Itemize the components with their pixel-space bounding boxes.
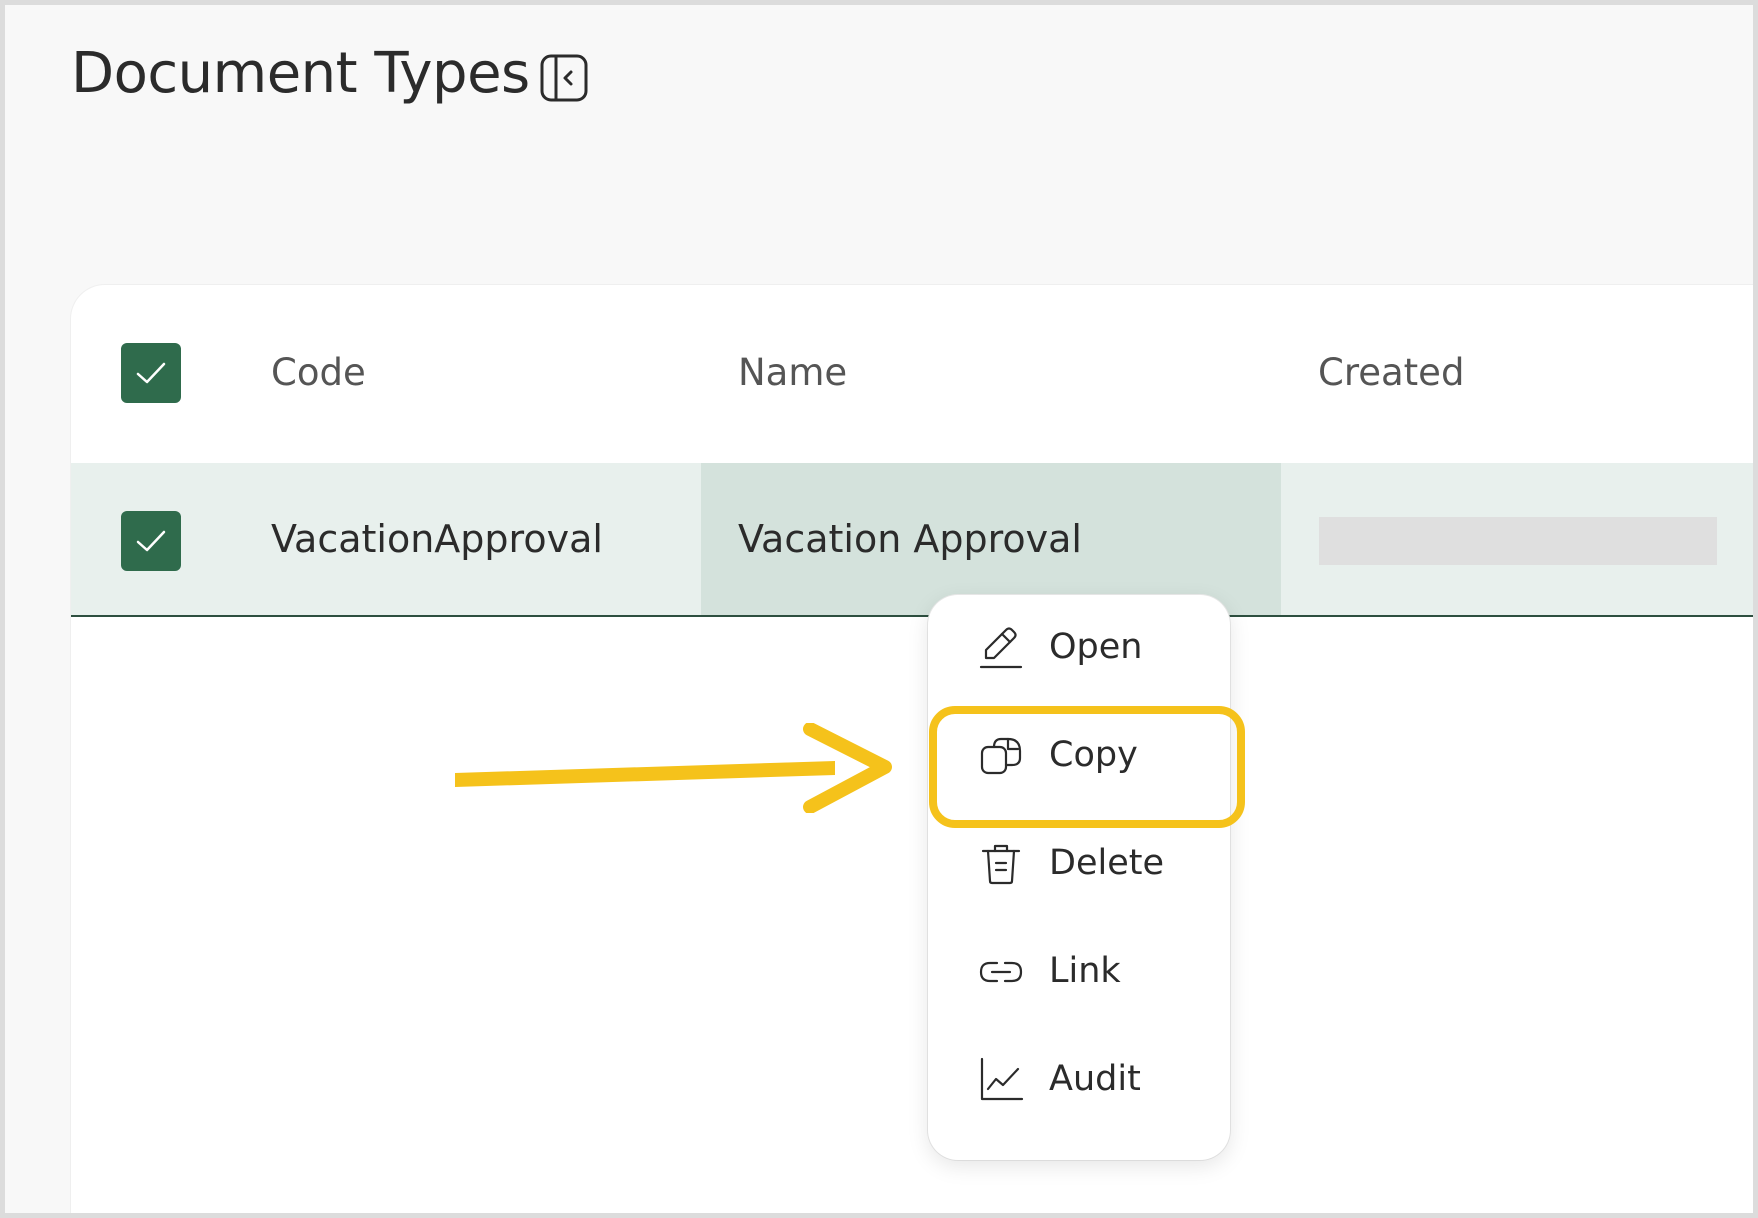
chart-line-icon bbox=[978, 1057, 1024, 1103]
row-checkbox[interactable] bbox=[121, 511, 181, 571]
menu-item-audit[interactable]: Audit bbox=[928, 1029, 1230, 1129]
column-header-created[interactable]: Created bbox=[1318, 351, 1464, 394]
column-header-code[interactable]: Code bbox=[271, 351, 366, 394]
checkmark-icon bbox=[136, 362, 166, 384]
created-cell-placeholder bbox=[1319, 517, 1717, 565]
copy-icon bbox=[978, 733, 1024, 779]
menu-item-open[interactable]: Open bbox=[928, 597, 1230, 697]
context-menu: Open Copy Delete Link Audit bbox=[928, 595, 1230, 1160]
edit-pencil-icon bbox=[978, 625, 1024, 671]
menu-item-label: Link bbox=[1049, 951, 1121, 991]
table-header-row: Code Name Created bbox=[71, 285, 1753, 463]
menu-item-copy[interactable]: Copy bbox=[928, 705, 1230, 805]
menu-item-link[interactable]: Link bbox=[928, 921, 1230, 1021]
link-icon bbox=[978, 949, 1024, 995]
app-window: Document Types Code Name Created Vacatio… bbox=[0, 0, 1758, 1218]
sidebar-collapse-button[interactable] bbox=[539, 53, 589, 103]
sidebar-collapse-icon bbox=[539, 53, 589, 103]
menu-item-label: Delete bbox=[1049, 843, 1164, 883]
menu-item-label: Open bbox=[1049, 627, 1143, 667]
menu-item-label: Audit bbox=[1049, 1059, 1141, 1099]
menu-item-label: Copy bbox=[1049, 735, 1138, 775]
select-all-checkbox[interactable] bbox=[121, 343, 181, 403]
column-header-name[interactable]: Name bbox=[738, 351, 847, 394]
trash-icon bbox=[978, 841, 1024, 887]
page-title: Document Types bbox=[71, 41, 530, 106]
table-row[interactable]: VacationApproval Vacation Approval bbox=[71, 463, 1753, 617]
code-cell: VacationApproval bbox=[271, 517, 603, 561]
table-card: Code Name Created VacationApproval Vacat… bbox=[71, 285, 1753, 1213]
menu-item-delete[interactable]: Delete bbox=[928, 813, 1230, 913]
checkmark-icon bbox=[136, 530, 166, 552]
name-cell-text: Vacation Approval bbox=[738, 517, 1082, 561]
